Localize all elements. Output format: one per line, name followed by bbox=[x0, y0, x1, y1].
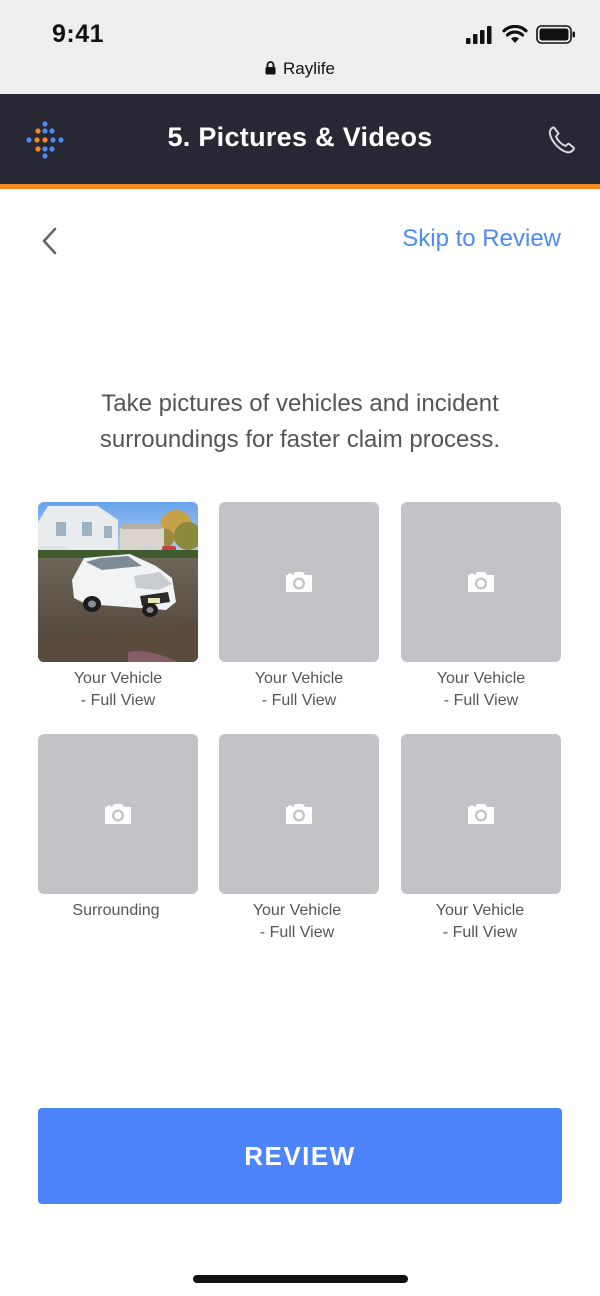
home-indicator[interactable] bbox=[193, 1275, 408, 1283]
status-icons bbox=[466, 25, 576, 44]
photo-tile-6[interactable] bbox=[401, 734, 561, 894]
vehicle-photo-thumbnail bbox=[38, 502, 198, 662]
signal-icon bbox=[466, 25, 492, 44]
battery-icon bbox=[536, 25, 575, 44]
camera-icon bbox=[286, 572, 312, 592]
photo-caption-3: Your Vehicle - Full View bbox=[436, 670, 526, 709]
photo-tile-4[interactable] bbox=[38, 734, 198, 894]
camera-icon bbox=[286, 804, 312, 824]
instructions-text: Take pictures of vehicles and incident s… bbox=[99, 390, 501, 453]
photo-caption-6: Your Vehicle - Full View bbox=[435, 902, 525, 941]
url-text: Raylife bbox=[283, 59, 335, 78]
photo-tile-2[interactable] bbox=[219, 502, 379, 662]
camera-icon bbox=[468, 804, 494, 824]
url-bar[interactable]: Raylife bbox=[0, 59, 600, 79]
phone-icon[interactable] bbox=[546, 124, 578, 156]
camera-icon bbox=[105, 804, 131, 824]
photo-tile-1[interactable] bbox=[38, 502, 198, 662]
photo-caption-5: Your Vehicle - Full View bbox=[252, 902, 342, 941]
photo-caption-1: Your Vehicle - Full View bbox=[73, 670, 163, 709]
status-bar: 9:41 Raylife bbox=[0, 0, 600, 94]
photo-tile-5[interactable] bbox=[219, 734, 379, 894]
camera-icon bbox=[468, 572, 494, 592]
review-button[interactable]: REVIEW bbox=[38, 1108, 562, 1204]
lock-icon bbox=[265, 61, 276, 75]
photo-caption-4: Surrounding bbox=[72, 902, 160, 919]
chevron-left-icon[interactable] bbox=[36, 224, 66, 258]
photo-caption-2: Your Vehicle - Full View bbox=[254, 670, 344, 709]
status-time: 9:41 bbox=[52, 20, 105, 48]
page-title: 5. Pictures & Videos bbox=[167, 122, 433, 152]
header-accent-bar bbox=[0, 184, 600, 189]
skip-to-review-link[interactable]: Skip to Review bbox=[402, 225, 561, 253]
wifi-icon bbox=[502, 25, 528, 43]
photo-tile-3[interactable] bbox=[401, 502, 561, 662]
